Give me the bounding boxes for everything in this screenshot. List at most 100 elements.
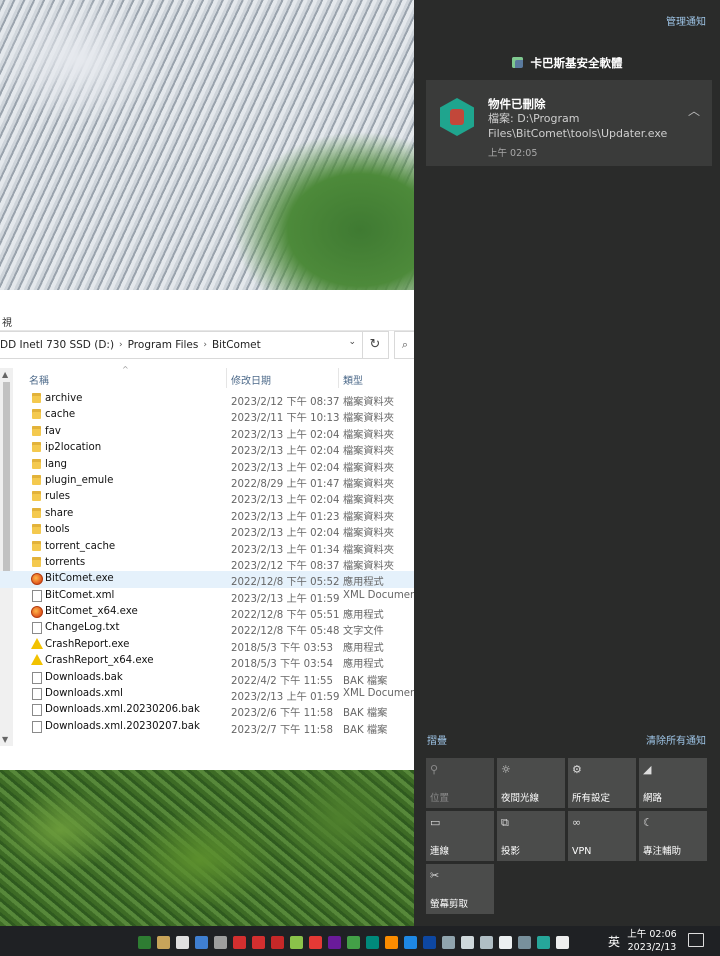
file-row[interactable]: Downloads.bak 2022/4/2 下午 11:55 BAK 檔案 xyxy=(0,670,414,687)
file-row[interactable]: ip2location 2023/2/13 上午 02:04 檔案資料夾 xyxy=(0,440,414,458)
tray-app-icon[interactable] xyxy=(233,935,246,949)
vpn-icon: ∞ xyxy=(572,816,582,829)
ribbon: 視 xyxy=(0,290,414,331)
column-name[interactable]: 名稱 xyxy=(29,372,49,387)
tray-app-icon[interactable] xyxy=(138,935,151,949)
file-row[interactable]: torrents 2023/2/12 下午 08:37 檔案資料夾 xyxy=(0,555,414,572)
tray-app-icon[interactable] xyxy=(499,935,512,949)
breadcrumb-drive[interactable]: DD Inetl 730 SSD (D:) xyxy=(0,339,114,351)
tray-app-icon[interactable] xyxy=(537,935,550,949)
file-row[interactable]: BitComet_x64.exe 2022/12/8 下午 05:51 應用程式 xyxy=(0,604,414,621)
input-method-indicator[interactable]: 英 xyxy=(608,933,620,950)
system-tray xyxy=(138,934,575,950)
file-date: 2023/2/13 上午 01:34 xyxy=(231,544,340,556)
breadcrumb-separator-icon[interactable]: › xyxy=(119,340,123,350)
chevron-up-icon[interactable]: ︿ xyxy=(688,102,700,119)
tray-app-icon[interactable] xyxy=(290,935,303,949)
file-row[interactable]: tools 2023/2/13 上午 02:04 檔案資料夾 xyxy=(0,522,414,539)
column-type[interactable]: 類型 xyxy=(343,372,363,387)
tray-app-icon[interactable] xyxy=(461,935,474,949)
refresh-button[interactable]: ↻ xyxy=(362,331,389,359)
file-name: archive xyxy=(45,393,83,404)
file-type: XML Document xyxy=(343,688,421,700)
address-history-dropdown-icon[interactable]: ⌄ xyxy=(348,337,356,347)
kaspersky-shield-icon xyxy=(440,98,474,136)
tray-app-icon[interactable] xyxy=(366,935,379,949)
folder-icon xyxy=(32,442,41,453)
tray-app-icon[interactable] xyxy=(423,935,436,949)
file-row[interactable]: ChangeLog.txt 2022/12/8 下午 05:48 文字文件 xyxy=(0,620,414,637)
breadcrumb-separator-icon[interactable]: › xyxy=(203,340,207,350)
file-row[interactable]: lang 2023/2/13 上午 02:04 檔案資料夾 xyxy=(0,457,414,474)
address-bar[interactable]: DD Inetl 730 SSD (D:) › Program Files › … xyxy=(0,331,363,359)
file-row[interactable]: share 2023/2/13 上午 01:23 檔案資料夾 xyxy=(0,506,414,523)
tray-app-icon[interactable] xyxy=(271,935,284,949)
file-row[interactable]: fav 2023/2/13 上午 02:04 檔案資料夾 xyxy=(0,424,414,441)
column-divider[interactable] xyxy=(338,368,339,388)
file-type: 檔案資料夾 xyxy=(343,446,394,458)
search-icon[interactable]: ⌕ xyxy=(394,331,415,359)
manage-notifications-link[interactable]: 管理通知 xyxy=(666,13,706,28)
folder-icon xyxy=(32,491,41,502)
file-type: 檔案資料夾 xyxy=(343,511,394,523)
tray-app-icon[interactable] xyxy=(157,935,170,949)
folder-icon xyxy=(32,458,41,469)
notification-app-header: 卡巴斯基安全軟體 xyxy=(414,55,720,71)
file-row[interactable]: Downloads.xml 2023/2/13 上午 01:59 XML Docum… xyxy=(0,686,420,703)
bitcomet-app-icon xyxy=(31,606,43,619)
notification-card[interactable]: 物件已刪除 檔案: D:\Program Files\BitComet\tool… xyxy=(426,80,712,166)
tray-app-icon[interactable] xyxy=(347,935,360,949)
quick-action-tile[interactable]: ∞ VPN xyxy=(568,811,636,861)
collapse-quick-actions-link[interactable]: 摺疊 xyxy=(427,732,447,747)
folder-icon xyxy=(32,556,41,567)
tray-app-icon[interactable] xyxy=(176,935,189,949)
ribbon-tab-view[interactable]: 視 xyxy=(2,314,12,329)
tray-app-icon[interactable] xyxy=(252,935,265,949)
file-row[interactable]: BitComet.xml 2023/2/13 上午 01:59 XML Docume… xyxy=(0,588,420,605)
file-name: tools xyxy=(45,524,70,536)
scroll-down-icon[interactable]: ▼ xyxy=(2,735,8,744)
scroll-up-icon[interactable]: ▲ xyxy=(2,370,8,379)
tray-app-icon[interactable] xyxy=(214,935,227,949)
file-explorer-window: 視 DD Inetl 730 SSD (D:) › Program Files … xyxy=(0,290,420,770)
quick-action-tile[interactable]: ☾ 專注輔助 xyxy=(639,811,707,861)
file-row[interactable]: BitComet.exe 2022/12/8 下午 05:52 應用程式 xyxy=(0,571,414,588)
file-row[interactable]: cache 2023/2/11 下午 10:13 檔案資料夾 xyxy=(0,407,414,424)
quick-action-tile[interactable]: ⚙ 所有設定 xyxy=(568,758,636,808)
tray-app-icon[interactable] xyxy=(442,935,455,949)
clear-all-notifications-link[interactable]: 清除所有通知 xyxy=(646,732,706,747)
tray-app-icon[interactable] xyxy=(309,935,322,949)
column-divider[interactable] xyxy=(226,368,227,388)
quick-action-tile[interactable]: ⚲ 位置 xyxy=(426,758,494,808)
file-row[interactable]: CrashReport_x64.exe 2018/5/3 下午 03:54 應用程式 xyxy=(0,653,414,670)
action-center-icon[interactable] xyxy=(688,933,704,947)
tray-app-icon[interactable] xyxy=(556,935,569,949)
tray-app-icon[interactable] xyxy=(480,935,493,949)
file-row[interactable]: CrashReport.exe 2018/5/3 下午 03:53 應用程式 xyxy=(0,637,414,654)
quick-action-tile[interactable]: ☼ 夜間光線 xyxy=(497,758,565,808)
quick-action-tile[interactable]: ✂ 螢幕剪取 xyxy=(426,864,494,914)
file-date: 2023/2/13 上午 02:04 xyxy=(231,462,340,474)
quick-action-tile[interactable]: ▭ 連線 xyxy=(426,811,494,861)
file-row[interactable]: Downloads.xml.20230207.bak 2023/2/7 下午 11… xyxy=(0,719,414,736)
breadcrumb-program-files[interactable]: Program Files xyxy=(128,339,199,351)
tray-app-icon[interactable] xyxy=(385,935,398,949)
file-row[interactable]: plugin_emule 2022/8/29 上午 01:47 檔案資料夾 xyxy=(0,473,414,490)
file-name: ip2location xyxy=(45,442,102,454)
breadcrumb-bitcomet[interactable]: BitComet xyxy=(212,339,261,351)
taskbar-clock[interactable]: 上午 02:06 2023/2/13 xyxy=(624,928,680,954)
tray-app-icon[interactable] xyxy=(328,935,341,949)
clock-date: 2023/2/13 xyxy=(627,942,677,953)
quick-action-tile[interactable]: ◢ 網路 xyxy=(639,758,707,808)
column-date[interactable]: 修改日期 xyxy=(231,372,271,387)
file-row[interactable]: archive 2023/2/12 下午 08:37 檔案資料夾 xyxy=(0,391,414,408)
file-row[interactable]: torrent_cache 2023/2/13 上午 01:34 檔案資料夾 xyxy=(0,539,414,556)
tray-app-icon[interactable] xyxy=(404,935,417,949)
document-icon xyxy=(32,671,42,684)
file-row[interactable]: Downloads.xml.20230206.bak 2023/2/6 下午 11… xyxy=(0,702,414,719)
bitcomet-app-icon xyxy=(31,573,43,586)
file-row[interactable]: rules 2023/2/13 上午 02:04 檔案資料夾 xyxy=(0,489,414,506)
tray-app-icon[interactable] xyxy=(518,935,531,949)
quick-action-tile[interactable]: ⧉ 投影 xyxy=(497,811,565,861)
tray-app-icon[interactable] xyxy=(195,935,208,949)
